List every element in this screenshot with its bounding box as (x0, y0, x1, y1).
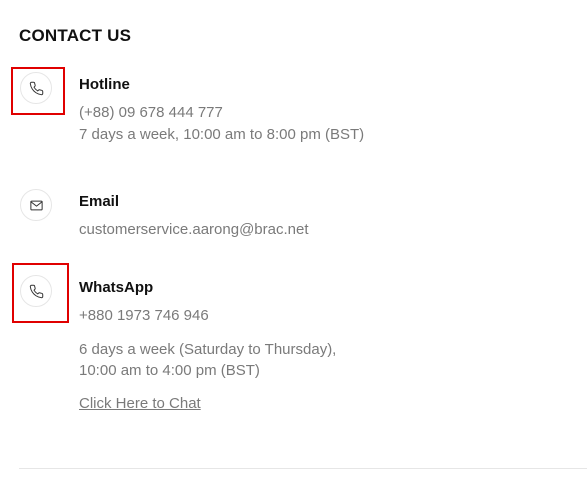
email-title: Email (79, 193, 120, 210)
mail-icon (29, 200, 43, 210)
whatsapp-title: WhatsApp (79, 279, 154, 296)
hotline-icon-wrapper (20, 72, 52, 104)
click-to-chat-link[interactable]: Click Here to Chat (79, 395, 201, 412)
contact-us-heading: CONTACT US (19, 26, 132, 45)
section-divider (19, 468, 587, 469)
hotline-phone: (+88) 09 678 444 777 (79, 104, 223, 121)
whatsapp-hours-line1: 6 days a week (Saturday to Thursday), (79, 341, 337, 358)
whatsapp-hours-line2: 10:00 am to 4:00 pm (BST) (79, 362, 260, 379)
whatsapp-phone: +880 1973 746 946 (79, 307, 209, 324)
phone-icon (29, 284, 43, 298)
hotline-title: Hotline (79, 76, 130, 93)
whatsapp-icon-wrapper (20, 275, 52, 307)
phone-icon (29, 81, 43, 95)
email-address[interactable]: customerservice.aarong@brac.net (79, 219, 309, 241)
email-icon-wrapper (20, 189, 52, 221)
hotline-hours: 7 days a week, 10:00 am to 8:00 pm (BST) (79, 126, 365, 143)
